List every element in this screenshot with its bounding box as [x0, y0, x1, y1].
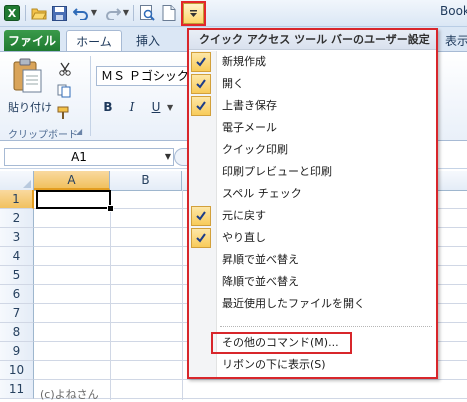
name-box[interactable]: A1 ▼: [4, 148, 174, 166]
bold-button[interactable]: B: [98, 97, 118, 117]
menu-item-label: 最近使用したファイルを開く: [222, 297, 365, 310]
column-gridline: [110, 190, 111, 400]
menu-item-new[interactable]: 新規作成: [189, 51, 436, 73]
underline-button[interactable]: U: [146, 97, 166, 117]
row-header[interactable]: 11: [0, 380, 34, 399]
checkmark-icon: [191, 52, 211, 72]
menu-item-label: 元に戻す: [222, 209, 266, 222]
copy-icon[interactable]: [56, 82, 74, 100]
checkmark-icon: [191, 74, 211, 94]
row-header[interactable]: 7: [0, 304, 34, 323]
dropdown-arrow-icon: [190, 10, 197, 17]
cut-icon[interactable]: [56, 60, 74, 78]
row-header[interactable]: 4: [0, 247, 34, 266]
row-header[interactable]: 1: [0, 190, 34, 209]
italic-button[interactable]: I: [122, 97, 142, 117]
menu-item-label: スペル チェック: [222, 187, 302, 200]
menu-item-recent-files[interactable]: 最近使用したファイルを開く: [189, 293, 436, 315]
window-title: Book: [440, 4, 467, 18]
menu-item-spell-check[interactable]: スペル チェック: [189, 183, 436, 205]
checkmark-icon: [191, 228, 211, 248]
column-header-b[interactable]: B: [110, 171, 182, 190]
customize-qat-button[interactable]: [183, 3, 204, 24]
menu-title: クイック アクセス ツール バーのユーザー設定: [189, 30, 436, 50]
row-header[interactable]: 3: [0, 228, 34, 247]
qat-separator: [25, 5, 26, 21]
paste-button[interactable]: 貼り付け: [6, 56, 52, 122]
menu-item-label: 降順で並べ替え: [222, 275, 299, 288]
tab-insert[interactable]: 挿入: [126, 30, 170, 51]
menu-item-redo[interactable]: やり直し: [189, 227, 436, 249]
row-header[interactable]: 5: [0, 266, 34, 285]
menu-item-show-below-ribbon[interactable]: リボンの下に表示(S): [189, 354, 436, 376]
menu-item-print-preview[interactable]: 印刷プレビューと印刷: [189, 161, 436, 183]
format-painter-icon[interactable]: [56, 104, 74, 122]
menu-item-label: 上書き保存: [222, 99, 277, 112]
excel-logo-icon[interactable]: X: [3, 4, 21, 22]
menu-item-sort-descending[interactable]: 降順で並べ替え: [189, 271, 436, 293]
menu-item-label: 開く: [222, 77, 244, 90]
tab-home[interactable]: ホーム: [66, 30, 122, 52]
menu-item-label: 電子メール: [222, 121, 277, 134]
fill-handle[interactable]: [107, 205, 114, 212]
grid-row[interactable]: [34, 380, 467, 399]
row-header[interactable]: 6: [0, 285, 34, 304]
undo-icon[interactable]: [72, 4, 90, 22]
menu-item-sort-ascending[interactable]: 昇順で並べ替え: [189, 249, 436, 271]
menu-item-label: 新規作成: [222, 55, 266, 68]
menu-item-label: その他のコマンド(M)...: [222, 336, 339, 349]
column-gridline: [182, 190, 183, 400]
underline-dropdown-icon[interactable]: ▼: [167, 103, 173, 112]
paste-label: 貼り付け: [8, 101, 52, 114]
redo-icon[interactable]: [104, 4, 122, 22]
group-separator: [90, 56, 91, 136]
font-name-box[interactable]: ＭＳ Ｐゴシック: [96, 66, 191, 86]
menu-item-label: やり直し: [222, 231, 266, 244]
undo-dropdown-icon[interactable]: ▼: [90, 6, 98, 20]
name-box-value: A1: [71, 150, 87, 164]
dialog-launcher-icon[interactable]: ◢: [76, 127, 85, 136]
print-preview-icon[interactable]: [138, 4, 156, 22]
menu-item-more-commands[interactable]: その他のコマンド(M)...: [189, 332, 436, 354]
row-header[interactable]: 9: [0, 342, 34, 361]
save-icon[interactable]: [50, 4, 68, 22]
clipboard-group-label: クリップボード: [8, 130, 78, 141]
qat-separator: [133, 5, 134, 21]
row-header[interactable]: 8: [0, 323, 34, 342]
paste-clipboard-icon: [13, 58, 42, 93]
menu-item-label: 印刷プレビューと印刷: [222, 165, 332, 178]
name-box-dropdown-icon[interactable]: ▼: [165, 152, 171, 161]
menu-item-quick-print[interactable]: クイック印刷: [189, 139, 436, 161]
open-folder-icon[interactable]: [30, 4, 48, 22]
row-header[interactable]: 2: [0, 209, 34, 228]
menu-item-label: 昇順で並べ替え: [222, 253, 299, 266]
row-header[interactable]: 10: [0, 361, 34, 380]
column-header-a[interactable]: A: [34, 171, 110, 190]
redo-dropdown-icon[interactable]: ▼: [122, 6, 130, 20]
checkmark-icon: [191, 96, 211, 116]
checkmark-icon: [191, 206, 211, 226]
menu-separator: [220, 326, 432, 327]
customize-qat-menu: クイック アクセス ツール バーのユーザー設定 新規作成 開く 上書き保存 電子…: [187, 28, 438, 379]
menu-item-label: リボンの下に表示(S): [222, 358, 326, 371]
select-all-corner[interactable]: [0, 171, 34, 190]
tab-file[interactable]: ファイル: [4, 30, 60, 51]
new-document-icon[interactable]: [160, 4, 178, 22]
menu-item-undo[interactable]: 元に戻す: [189, 205, 436, 227]
svg-text:X: X: [8, 7, 17, 20]
menu-item-email[interactable]: 電子メール: [189, 117, 436, 139]
menu-item-open[interactable]: 開く: [189, 73, 436, 95]
tab-view[interactable]: 表示: [445, 30, 467, 51]
title-bar: X ▼ ▼ Book: [0, 0, 467, 27]
menu-item-save[interactable]: 上書き保存: [189, 95, 436, 117]
active-cell-a1[interactable]: [36, 190, 111, 209]
menu-item-label: クイック印刷: [222, 143, 288, 156]
